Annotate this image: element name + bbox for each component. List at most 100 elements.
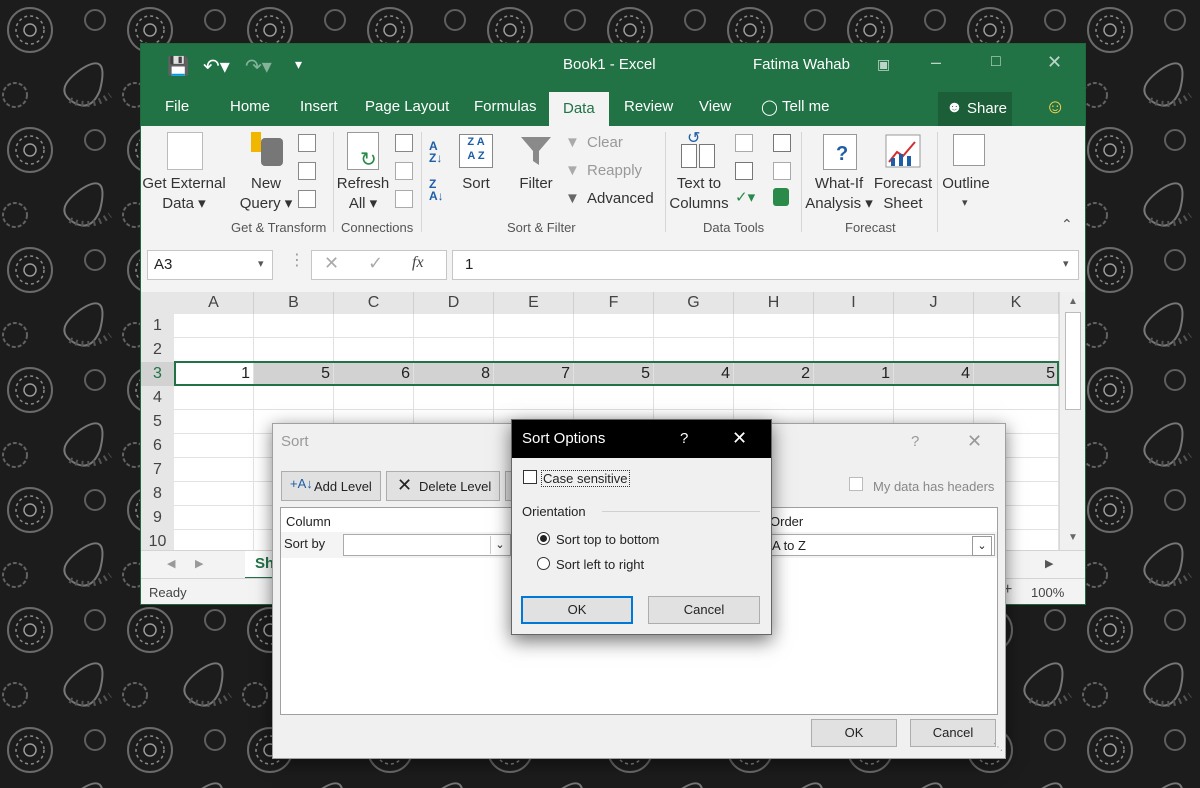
cell-i4[interactable] <box>814 386 894 410</box>
cell-d3[interactable]: 8 <box>414 362 494 386</box>
scroll-right-icon[interactable]: ▶ <box>1045 557 1053 570</box>
cell-c1[interactable] <box>334 314 414 338</box>
cell-a5[interactable] <box>174 410 254 434</box>
row-header-5[interactable]: 5 <box>141 410 174 435</box>
collapse-ribbon-icon[interactable]: ⌃ <box>1061 216 1073 233</box>
row-header-2[interactable]: 2 <box>141 338 174 363</box>
cell-c2[interactable] <box>334 338 414 362</box>
cell-i2[interactable] <box>814 338 894 362</box>
cell-c4[interactable] <box>334 386 414 410</box>
show-queries-icon[interactable] <box>298 134 316 152</box>
tab-page-layout[interactable]: Page Layout <box>365 98 449 115</box>
insert-function-icon[interactable]: fx <box>412 254 424 272</box>
order-select[interactable]: A to Z ⌄ <box>769 534 995 556</box>
undo-icon[interactable]: ↶▾ <box>203 54 230 79</box>
share-button[interactable]: ☻ Share <box>938 92 1012 126</box>
sort-ok-button[interactable]: OK <box>811 719 897 747</box>
column-header-a[interactable]: A <box>174 292 254 314</box>
column-header-h[interactable]: H <box>734 292 814 314</box>
sort-left-to-right-radio[interactable] <box>537 557 550 570</box>
cell-e1[interactable] <box>494 314 574 338</box>
data-validation-icon[interactable]: ✓▾ <box>735 188 755 206</box>
vertical-scrollbar[interactable]: ▲ ▼ <box>1059 292 1085 550</box>
cell-a1[interactable] <box>174 314 254 338</box>
tab-formulas[interactable]: Formulas <box>474 98 537 115</box>
sort-top-to-bottom-radio[interactable] <box>537 532 550 545</box>
from-table-icon[interactable] <box>298 162 316 180</box>
chevron-down-icon[interactable]: ▾ <box>258 257 264 270</box>
sort-top-to-bottom-label[interactable]: Sort top to bottom <box>556 532 659 547</box>
flash-fill-icon[interactable] <box>735 134 753 152</box>
cell-h2[interactable] <box>734 338 814 362</box>
cell-a7[interactable] <box>174 458 254 482</box>
cell-c3[interactable]: 6 <box>334 362 414 386</box>
row-header-8[interactable]: 8 <box>141 482 174 507</box>
cell-f3[interactable]: 5 <box>574 362 654 386</box>
cell-g4[interactable] <box>654 386 734 410</box>
tab-home[interactable]: Home <box>230 98 270 115</box>
my-data-has-headers-checkbox[interactable] <box>849 477 863 491</box>
edit-links-icon[interactable] <box>395 190 413 208</box>
cell-d4[interactable] <box>414 386 494 410</box>
cell-e4[interactable] <box>494 386 574 410</box>
manage-data-model-icon[interactable] <box>773 188 789 206</box>
forecast-sheet-button[interactable]: Forecast Sheet <box>873 174 933 214</box>
column-header-c[interactable]: C <box>334 292 414 314</box>
cell-e2[interactable] <box>494 338 574 362</box>
tab-data[interactable]: Data <box>549 92 609 126</box>
select-all-corner[interactable] <box>141 292 175 314</box>
outline-button[interactable]: Outline <box>939 174 993 194</box>
get-external-data-button[interactable]: Get External Data ▾ <box>141 174 227 214</box>
consolidate-icon[interactable] <box>773 134 791 152</box>
cell-d1[interactable] <box>414 314 494 338</box>
cell-b2[interactable] <box>254 338 334 362</box>
sort-dialog-close-icon[interactable]: ✕ <box>967 431 982 452</box>
save-icon[interactable]: 💾 <box>167 56 189 77</box>
column-header-d[interactable]: D <box>414 292 494 314</box>
relationships-icon[interactable] <box>773 162 791 180</box>
column-header-i[interactable]: I <box>814 292 894 314</box>
row-header-6[interactable]: 6 <box>141 434 174 459</box>
advanced-button[interactable]: Advanced <box>587 190 654 207</box>
cell-g3[interactable]: 4 <box>654 362 734 386</box>
row-header-9[interactable]: 9 <box>141 506 174 531</box>
cell-a6[interactable] <box>174 434 254 458</box>
customize-toolbar-icon[interactable]: ▾ <box>295 56 302 73</box>
column-header-b[interactable]: B <box>254 292 334 314</box>
sort-dialog-help-icon[interactable]: ? <box>911 433 919 450</box>
row-header-3[interactable]: 3 <box>141 362 174 387</box>
reapply-button[interactable]: Reapply <box>587 162 642 179</box>
scroll-down-icon[interactable]: ▼ <box>1068 532 1078 543</box>
new-query-button[interactable]: New Query ▾ <box>237 174 295 214</box>
refresh-all-button[interactable]: Refresh All ▾ <box>335 174 391 214</box>
delete-level-button[interactable]: ✕ Delete Level <box>386 471 500 501</box>
cell-g1[interactable] <box>654 314 734 338</box>
cell-i1[interactable] <box>814 314 894 338</box>
column-header-g[interactable]: G <box>654 292 734 314</box>
sort-a-to-z-icon[interactable]: A Z↓ <box>429 140 442 164</box>
recent-sources-icon[interactable] <box>298 190 316 208</box>
sort-cancel-button[interactable]: Cancel <box>910 719 996 747</box>
sort-button[interactable]: Sort <box>457 174 495 194</box>
outline-dropdown-icon[interactable]: ▾ <box>962 196 968 209</box>
options-ok-button[interactable]: OK <box>521 596 633 624</box>
ribbon-display-icon[interactable]: ▣ <box>877 56 890 73</box>
case-sensitive-label[interactable]: Case sensitive <box>541 470 630 487</box>
tab-review[interactable]: Review <box>624 98 673 115</box>
cell-a3[interactable]: 1 <box>174 362 254 386</box>
column-header-f[interactable]: F <box>574 292 654 314</box>
cell-h1[interactable] <box>734 314 814 338</box>
sort-by-column-select[interactable]: ⌄ <box>343 534 511 556</box>
cell-k1[interactable] <box>974 314 1059 338</box>
cell-k3[interactable]: 5 <box>974 362 1059 386</box>
cell-i3[interactable]: 1 <box>814 362 894 386</box>
name-box[interactable]: A3 ▾ <box>147 250 273 280</box>
expand-formula-icon[interactable]: ▾ <box>1063 257 1069 270</box>
scroll-thumb[interactable] <box>1065 312 1081 410</box>
cell-b3[interactable]: 5 <box>254 362 334 386</box>
zoom-level[interactable]: 100% <box>1031 585 1064 600</box>
scroll-up-icon[interactable]: ▲ <box>1068 296 1078 307</box>
cell-j3[interactable]: 4 <box>894 362 974 386</box>
remove-duplicates-icon[interactable] <box>735 162 753 180</box>
cell-a9[interactable] <box>174 506 254 530</box>
